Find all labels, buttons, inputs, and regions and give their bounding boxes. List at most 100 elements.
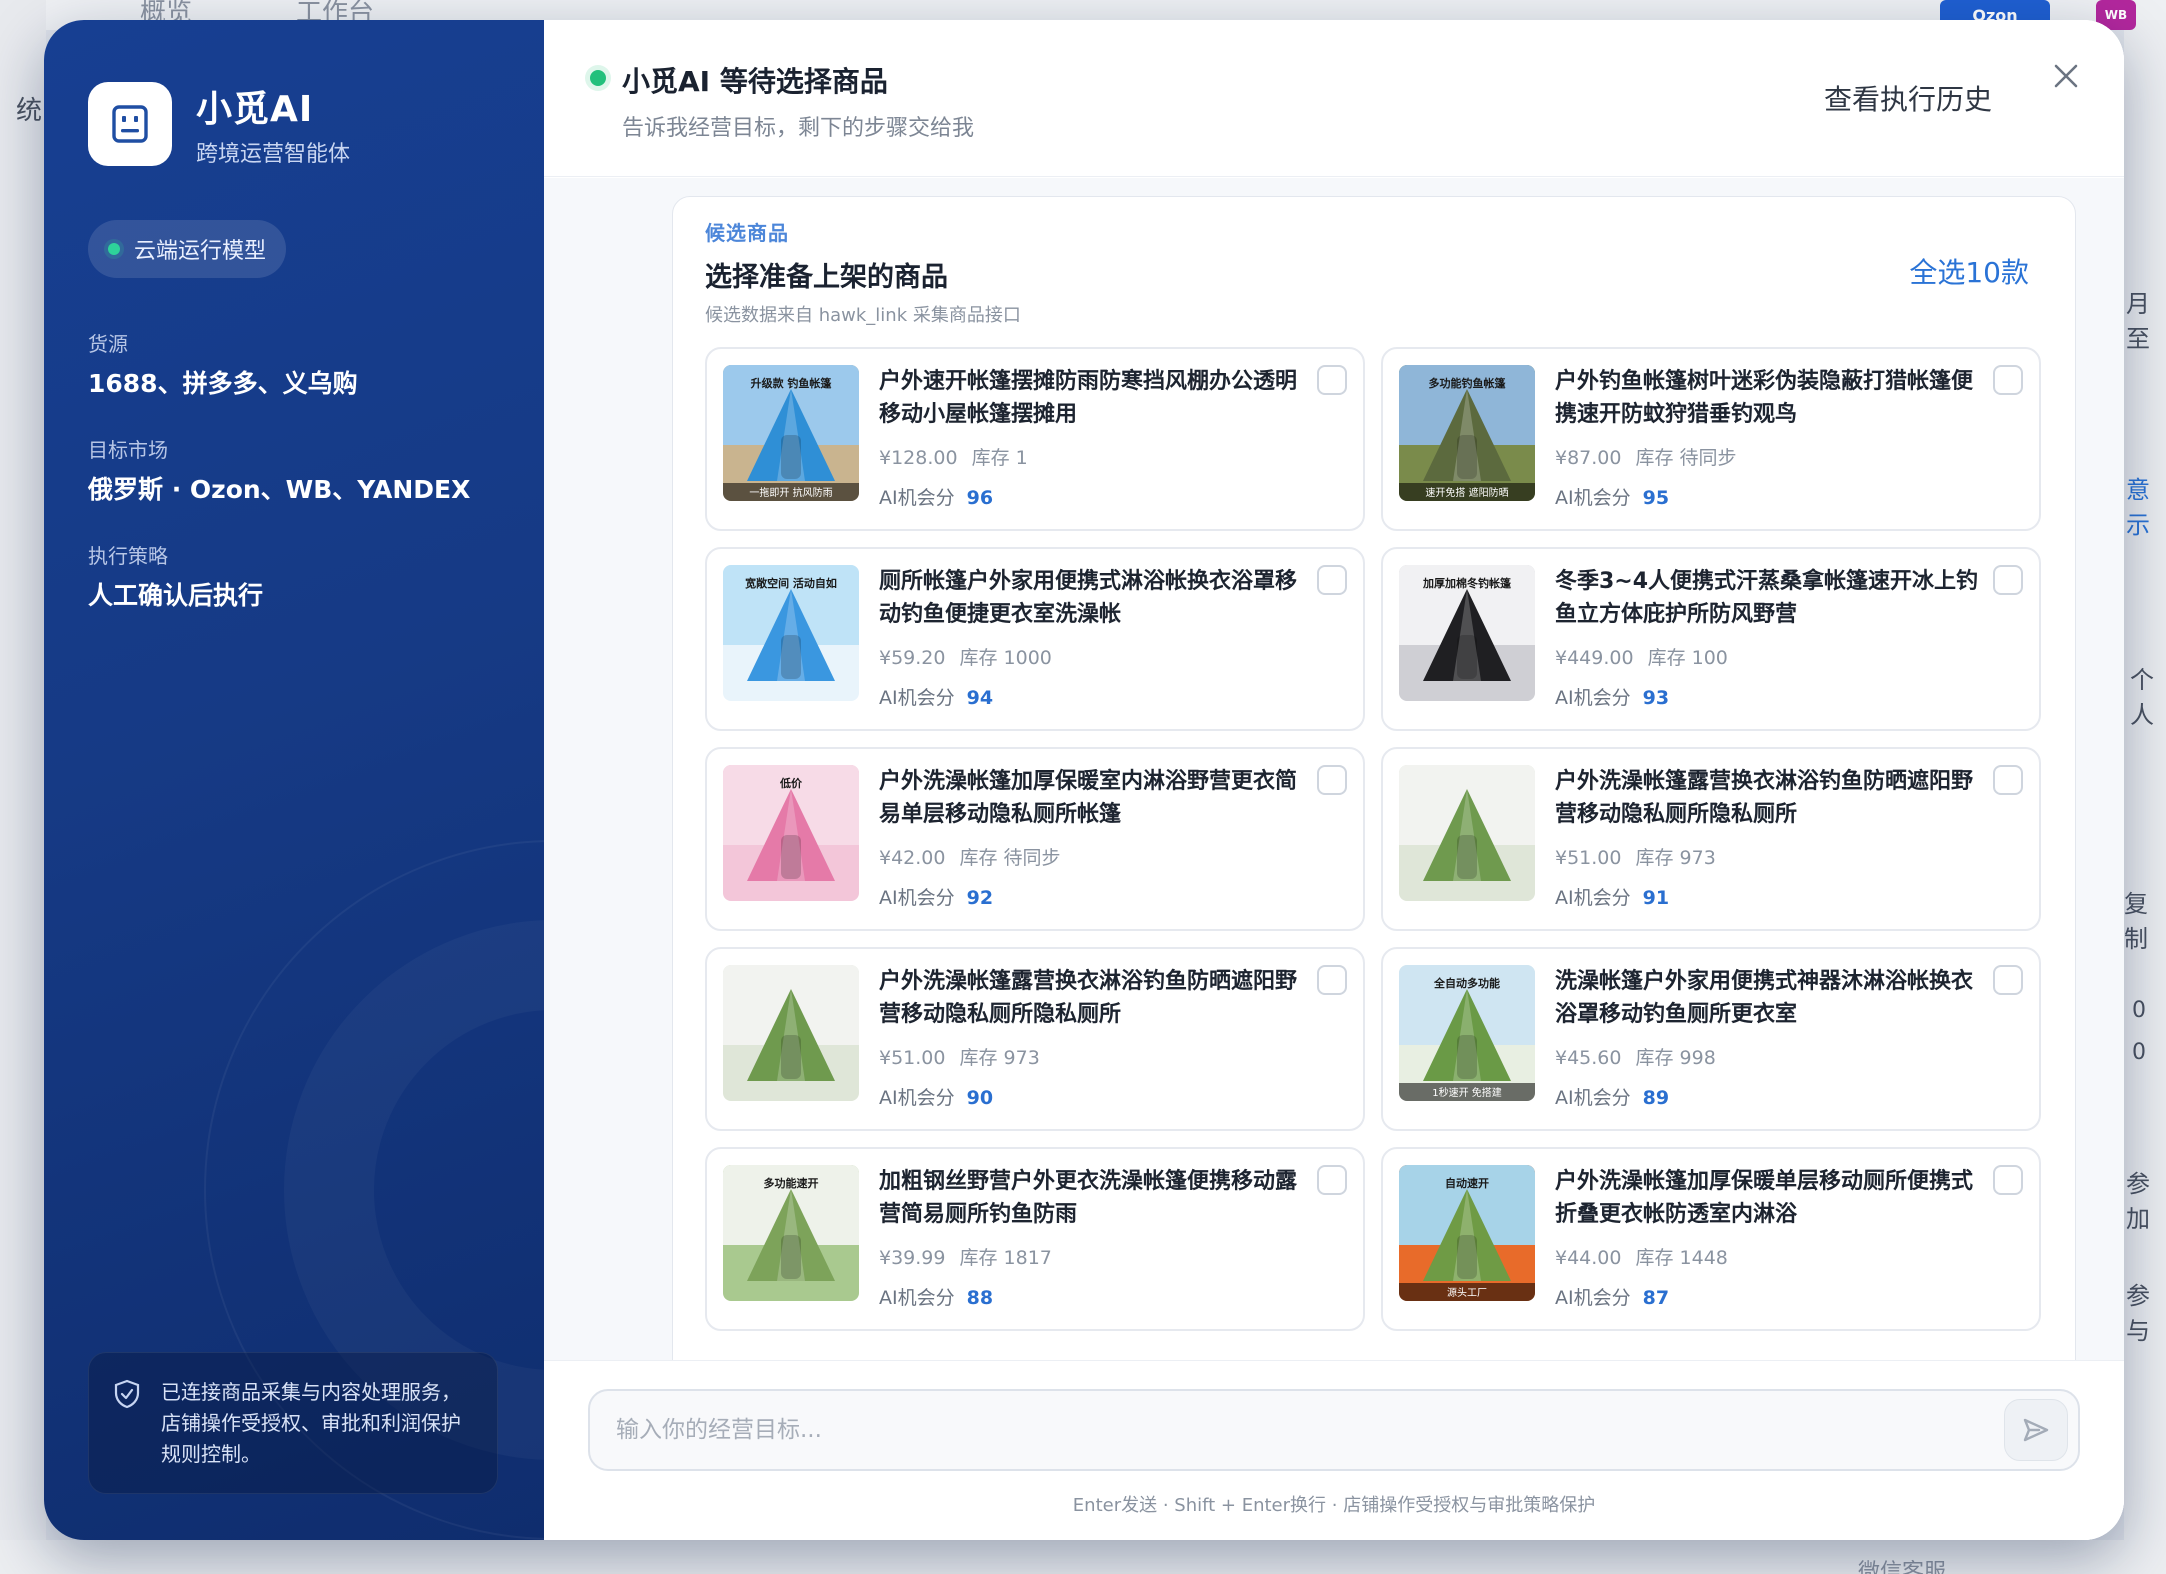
source-label: 货源 xyxy=(88,332,128,356)
product-card[interactable]: 升级款 钓鱼帐篷 一拖即开 抗风防雨 户外速开帐篷摆摊防雨防寒挡风棚办公透明移动小屋… xyxy=(705,347,1365,531)
market-value: 俄罗斯 · Ozon、WB、YANDEX xyxy=(88,475,471,504)
product-card[interactable]: 户外洗澡帐篷露营换衣淋浴钓鱼防晒遮阳野营移动隐私厕所隐私厕所 ¥51.00 库存 9… xyxy=(1381,747,2041,931)
cloud-model-label: 云端运行模型 xyxy=(134,239,267,264)
product-price: ¥449.00 xyxy=(1555,647,1634,669)
product-price: ¥42.00 xyxy=(879,847,946,869)
product-checkbox[interactable] xyxy=(1317,565,1347,595)
candidates-eyebrow: 候选商品 xyxy=(705,221,789,245)
product-meta: ¥449.00 库存 100 xyxy=(1555,643,1728,670)
agent-header: 小觅AI 等待选择商品 告诉我经营目标，剩下的步骤交给我 查看执行历史 xyxy=(544,20,2124,177)
select-all-button[interactable]: 全选10款 xyxy=(1909,251,2029,291)
product-price: ¥87.00 xyxy=(1555,447,1622,469)
brand-name: 小觅AI xyxy=(196,89,314,130)
composer: Enter发送 · Shift + Enter换行 · 店铺操作受授权与审批策略… xyxy=(544,1360,2124,1540)
product-image: 升级款 钓鱼帐篷 一拖即开 抗风防雨 xyxy=(723,365,859,501)
product-stock: 库存 998 xyxy=(1635,1047,1716,1069)
product-checkbox[interactable] xyxy=(1993,765,2023,795)
background-right-frag: 0 xyxy=(2132,1040,2146,1065)
send-button[interactable] xyxy=(2004,1399,2068,1461)
product-title: 户外洗澡帐篷露营换衣淋浴钓鱼防晒遮阳野营移动隐私厕所隐私厕所 xyxy=(1555,769,1974,827)
service-notice-text: 已连接商品采集与内容处理服务，店铺操作受授权、审批和利润保护规则控制。 xyxy=(161,1380,461,1466)
product-price: ¥51.00 xyxy=(879,1047,946,1069)
score-value: 92 xyxy=(966,887,994,909)
market-label: 目标市场 xyxy=(88,438,168,462)
score-value: 90 xyxy=(966,1087,994,1109)
score-label: AI机会分 xyxy=(1555,887,1631,909)
product-card[interactable]: 加厚加棉冬钓帐篷 冬季3~4人便携式汗蒸桑拿帐篷速开冰上钓鱼立方体庇护所防风野营 ¥… xyxy=(1381,547,2041,731)
product-checkbox[interactable] xyxy=(1317,1165,1347,1195)
product-checkbox[interactable] xyxy=(1317,765,1347,795)
product-checkbox[interactable] xyxy=(1993,365,2023,395)
status-dot-icon xyxy=(590,70,606,86)
product-checkbox[interactable] xyxy=(1993,965,2023,995)
product-score: AI机会分 94 xyxy=(879,683,993,710)
background-right-frag: 参加 xyxy=(2126,1170,2150,1233)
product-stock: 库存 100 xyxy=(1647,647,1728,669)
shield-check-icon xyxy=(114,1379,140,1409)
product-title: 加粗钢丝野营户外更衣洗澡帐篷便携移动露营简易厕所钓鱼防雨 xyxy=(879,1169,1298,1227)
background-right-frag: 个人 xyxy=(2130,666,2154,729)
score-value: 94 xyxy=(966,687,994,709)
thumb-tag: 多功能速开 xyxy=(764,1176,819,1190)
product-card[interactable]: 自动速开 源头工厂 户外洗澡帐篷加厚保暖单层移动厕所便携式折叠更衣帐防透室内淋浴 ¥4… xyxy=(1381,1147,2041,1331)
product-price: ¥39.99 xyxy=(879,1247,946,1269)
background-bottom-strip xyxy=(0,1540,2166,1574)
product-checkbox[interactable] xyxy=(1317,365,1347,395)
product-card[interactable]: 户外洗澡帐篷露营换衣淋浴钓鱼防晒遮阳野营移动隐私厕所隐私厕所 ¥51.00 库存 9… xyxy=(705,947,1365,1131)
product-checkbox[interactable] xyxy=(1317,965,1347,995)
thumb-tag: 全自动多功能 xyxy=(1433,976,1500,990)
product-price: ¥128.00 xyxy=(879,447,958,469)
agent-main: 小觅AI 等待选择商品 告诉我经营目标，剩下的步骤交给我 查看执行历史 候选商品… xyxy=(544,20,2124,1540)
product-price: ¥51.00 xyxy=(1555,847,1622,869)
product-stock: 库存 973 xyxy=(1635,847,1716,869)
view-history-button[interactable]: 查看执行历史 xyxy=(1824,78,1992,118)
product-score: AI机会分 95 xyxy=(1555,483,1669,510)
product-image: 多功能速开 xyxy=(723,1165,859,1301)
product-stock: 库存 1817 xyxy=(959,1247,1052,1269)
background-right-frag: 复制 xyxy=(2124,890,2148,953)
brand-subtitle: 跨境运营智能体 xyxy=(196,142,351,167)
score-value: 96 xyxy=(966,487,994,509)
product-checkbox[interactable] xyxy=(1993,565,2023,595)
candidates-title: 选择准备上架的商品 xyxy=(705,262,948,293)
close-icon[interactable] xyxy=(2042,52,2090,100)
product-card[interactable]: 多功能钓鱼帐篷 速开免搭 遮阳防晒 户外钓鱼帐篷树叶迷彩伪装隐蔽打猎帐篷便携速开防蚊… xyxy=(1381,347,2041,531)
goal-input[interactable] xyxy=(616,1391,1976,1469)
background-right-frag: 意示 xyxy=(2126,476,2150,539)
product-checkbox[interactable] xyxy=(1993,1165,2023,1195)
product-card[interactable]: 多功能速开 加粗钢丝野营户外更衣洗澡帐篷便携移动露营简易厕所钓鱼防雨 ¥39.99 库… xyxy=(705,1147,1365,1331)
background-left-strip xyxy=(0,0,46,1574)
product-score: AI机会分 87 xyxy=(1555,1283,1669,1310)
robot-logo-icon xyxy=(88,82,172,166)
background-right-frag: 参与 xyxy=(2126,1282,2150,1345)
product-stock: 库存 1448 xyxy=(1635,1247,1728,1269)
product-score: AI机会分 91 xyxy=(1555,883,1669,910)
thumb-tag: 升级款 钓鱼帐篷 xyxy=(751,376,833,390)
thumb-caption: 一拖即开 抗风防雨 xyxy=(749,486,832,499)
product-image: 全自动多功能 1秒速开 免搭建 xyxy=(1399,965,1535,1101)
product-title: 户外洗澡帐篷露营换衣淋浴钓鱼防晒遮阳野营移动隐私厕所隐私厕所 xyxy=(879,969,1298,1027)
background-bottom-text: 微信客服 xyxy=(1858,1560,1947,1574)
thumb-tag: 自动速开 xyxy=(1445,1176,1489,1190)
product-card[interactable]: 宽敞空间 活动自如 厕所帐篷户外家用便携式淋浴帐换衣浴罩移动钓鱼便捷更衣室洗澡帐 ¥… xyxy=(705,547,1365,731)
background-right-frag: 月至 xyxy=(2126,290,2150,353)
product-image: 加厚加棉冬钓帐篷 xyxy=(1399,565,1535,701)
score-label: AI机会分 xyxy=(1555,1087,1631,1109)
background-left-char: 统 xyxy=(16,96,43,126)
product-score: AI机会分 88 xyxy=(879,1283,993,1310)
score-value: 89 xyxy=(1642,1087,1670,1109)
product-stock: 库存 1000 xyxy=(959,647,1052,669)
cloud-model-badge: 云端运行模型 xyxy=(88,220,287,278)
thumb-caption: 1秒速开 免搭建 xyxy=(1432,1086,1502,1099)
product-meta: ¥87.00 库存 待同步 xyxy=(1555,443,1737,470)
thumb-tag: 加厚加棉冬钓帐篷 xyxy=(1422,576,1512,590)
product-stock: 库存 待同步 xyxy=(1635,447,1737,469)
product-card[interactable]: 全自动多功能 1秒速开 免搭建 洗澡帐篷户外家用便携式神器沐淋浴帐换衣浴罩移动钓鱼厕… xyxy=(1381,947,2041,1131)
candidates-source-note: 候选数据来自 hawk_link 采集商品接口 xyxy=(705,305,1021,326)
product-score: AI机会分 93 xyxy=(1555,683,1669,710)
thumb-caption: 源头工厂 xyxy=(1447,1286,1487,1299)
product-image xyxy=(1399,765,1535,901)
product-card[interactable]: 低价 户外洗澡帐篷加厚保暖室内淋浴野营更衣简易单层移动隐私厕所帐篷 ¥42.00 库存… xyxy=(705,747,1365,931)
conversation-scroll[interactable]: 候选商品 选择准备上架的商品 候选数据来自 hawk_link 采集商品接口 全… xyxy=(544,178,2124,1360)
product-title: 户外洗澡帐篷加厚保暖单层移动厕所便携式折叠更衣帐防透室内淋浴 xyxy=(1555,1169,1974,1227)
